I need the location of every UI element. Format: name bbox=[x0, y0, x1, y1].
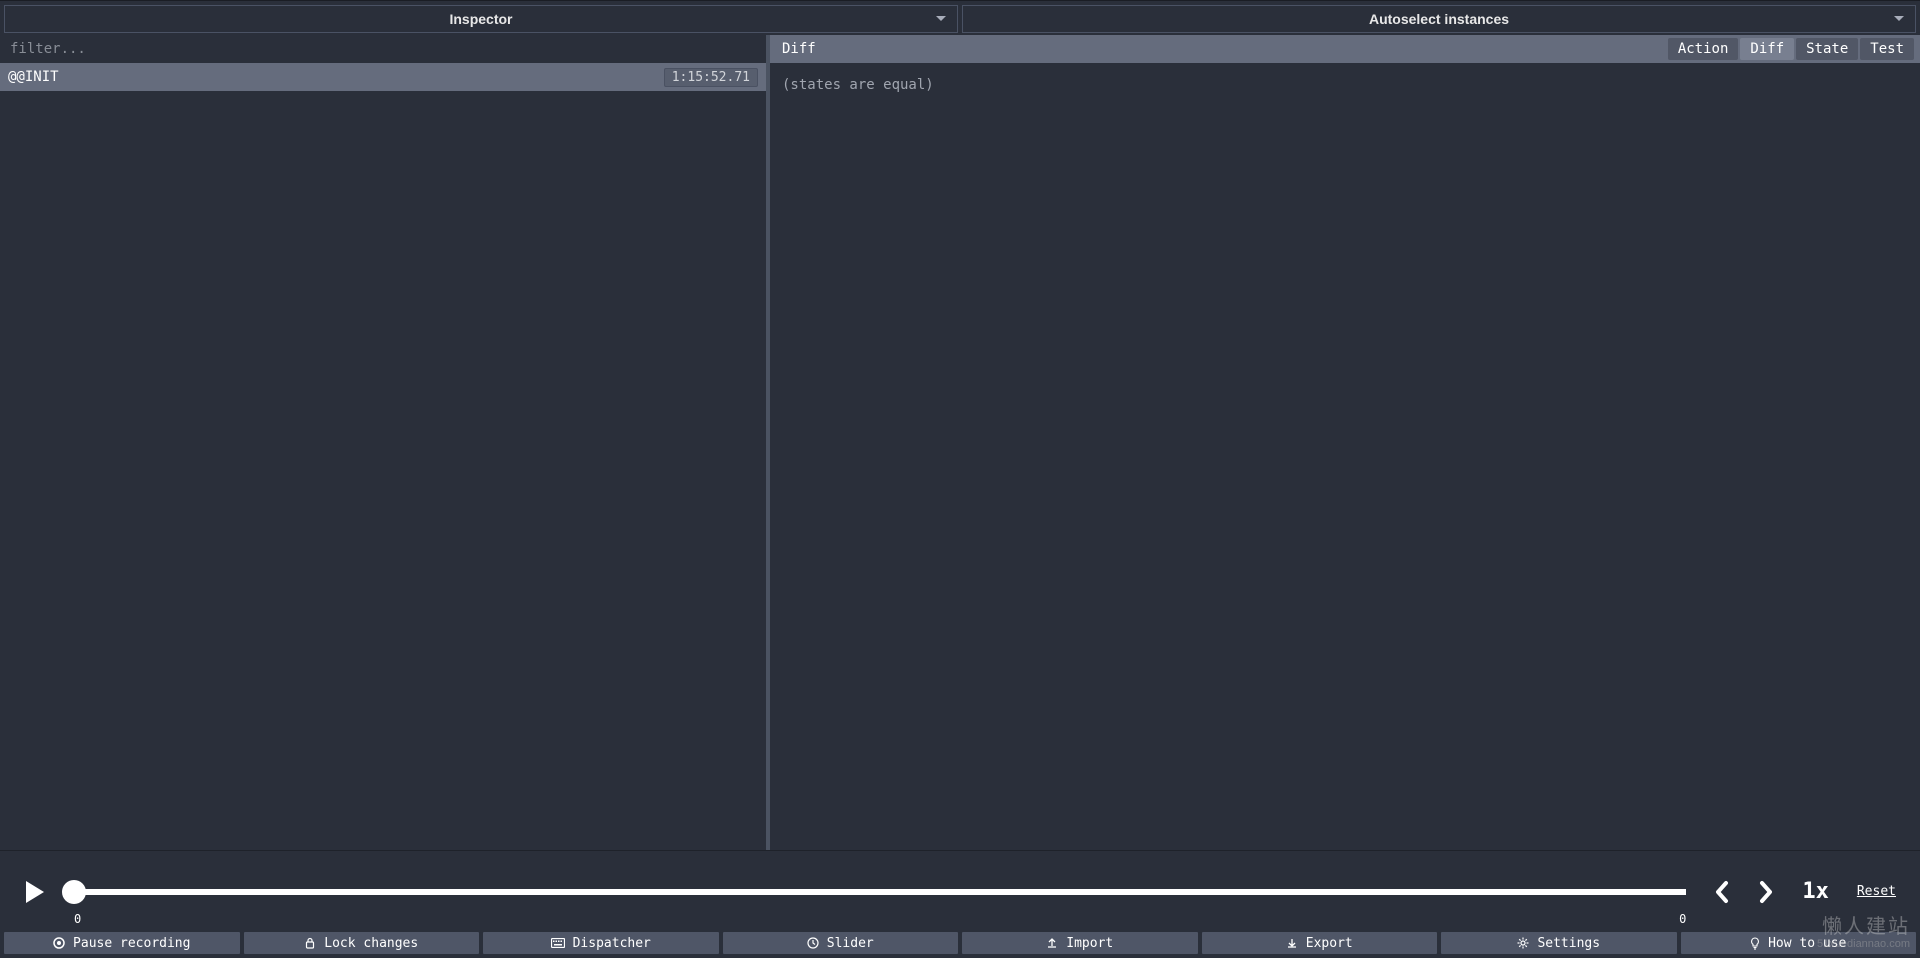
bottom-toolbar: Pause recording Lock changes Dispatcher … bbox=[0, 932, 1920, 958]
action-row[interactable]: @@INIT 1:15:52.71 bbox=[0, 63, 766, 91]
gear-icon bbox=[1517, 937, 1529, 949]
action-timestamp: 1:15:52.71 bbox=[664, 68, 758, 87]
slider-start-label: 0 bbox=[74, 912, 81, 926]
dispatcher-label: Dispatcher bbox=[573, 936, 651, 951]
how-to-use-button[interactable]: How to use bbox=[1681, 932, 1917, 954]
lightbulb-icon bbox=[1750, 937, 1760, 950]
export-label: Export bbox=[1306, 936, 1353, 951]
caret-down-icon[interactable] bbox=[1893, 15, 1905, 23]
inspector-header-title: Diff bbox=[782, 41, 816, 57]
keyboard-icon bbox=[551, 938, 565, 948]
download-icon bbox=[1286, 937, 1298, 949]
lock-changes-label: Lock changes bbox=[324, 936, 418, 951]
tab-instances-label: Autoselect instances bbox=[1369, 11, 1509, 27]
record-icon bbox=[53, 937, 65, 949]
tab-instances[interactable]: Autoselect instances bbox=[962, 5, 1916, 33]
dispatcher-button[interactable]: Dispatcher bbox=[483, 932, 719, 954]
view-diff-button[interactable]: Diff bbox=[1740, 38, 1794, 60]
diff-body: (states are equal) bbox=[770, 63, 1920, 107]
tab-inspector[interactable]: Inspector bbox=[4, 5, 958, 33]
how-to-use-label: How to use bbox=[1768, 936, 1846, 951]
step-back-icon[interactable] bbox=[1714, 880, 1730, 904]
play-icon[interactable] bbox=[24, 879, 46, 905]
inspector-header: Diff Action Diff State Test bbox=[770, 35, 1920, 63]
action-list-pane: @@INIT 1:15:52.71 bbox=[0, 35, 770, 850]
slider-end-label: 0 bbox=[1679, 912, 1686, 926]
import-button[interactable]: Import bbox=[962, 932, 1198, 954]
view-state-button[interactable]: State bbox=[1796, 38, 1858, 60]
inspector-pane: Diff Action Diff State Test (states are … bbox=[770, 35, 1920, 850]
clock-icon bbox=[807, 937, 819, 949]
pause-recording-button[interactable]: Pause recording bbox=[4, 932, 240, 954]
slider-label: Slider bbox=[827, 936, 874, 951]
lock-icon bbox=[304, 937, 316, 949]
reset-button[interactable]: Reset bbox=[1857, 884, 1896, 899]
playback-speed[interactable]: 1x bbox=[1802, 879, 1829, 904]
tab-inspector-label: Inspector bbox=[449, 11, 512, 27]
filter-input[interactable] bbox=[0, 35, 766, 63]
export-button[interactable]: Export bbox=[1202, 932, 1438, 954]
playback-bar: 0 0 1x Reset bbox=[0, 850, 1920, 932]
settings-label: Settings bbox=[1537, 936, 1600, 951]
slider-handle[interactable] bbox=[62, 880, 86, 904]
pause-recording-label: Pause recording bbox=[73, 936, 190, 951]
action-name: @@INIT bbox=[8, 69, 59, 85]
lock-changes-button[interactable]: Lock changes bbox=[244, 932, 480, 954]
step-forward-icon[interactable] bbox=[1758, 880, 1774, 904]
slider-button[interactable]: Slider bbox=[723, 932, 959, 954]
slider-track bbox=[74, 889, 1686, 895]
import-label: Import bbox=[1066, 936, 1113, 951]
caret-down-icon[interactable] bbox=[935, 15, 947, 23]
view-test-button[interactable]: Test bbox=[1860, 38, 1914, 60]
upload-icon bbox=[1046, 937, 1058, 949]
view-switcher: Action Diff State Test bbox=[1668, 38, 1914, 60]
view-action-button[interactable]: Action bbox=[1668, 38, 1739, 60]
settings-button[interactable]: Settings bbox=[1441, 932, 1677, 954]
timeline-slider[interactable]: 0 0 bbox=[74, 868, 1686, 916]
